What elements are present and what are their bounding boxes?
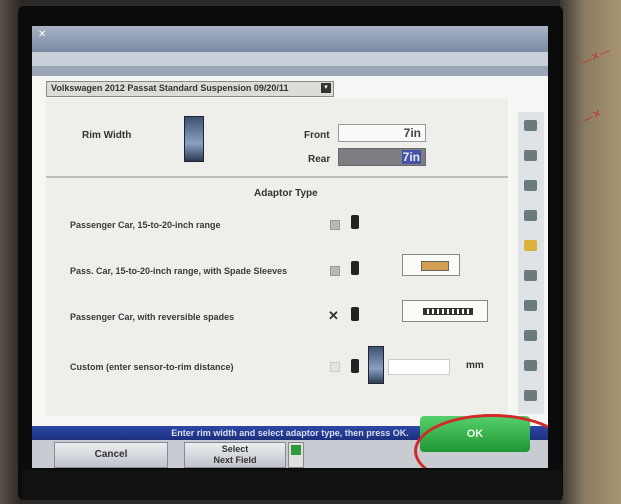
adaptor-option-selected-mark[interactable]: ✕ xyxy=(328,308,339,324)
sidebar-tool-icon[interactable] xyxy=(524,150,537,161)
front-label: Front xyxy=(304,130,330,141)
close-icon[interactable]: ✕ xyxy=(38,30,48,40)
sidebar-tool-icon[interactable] xyxy=(524,180,537,191)
custom-rim-icon xyxy=(368,346,384,384)
sidebar-tool-icon[interactable] xyxy=(524,120,537,131)
custom-distance-input[interactable] xyxy=(388,359,450,375)
adaptor-clamp-icon xyxy=(348,212,362,232)
adaptor-option-checkbox[interactable] xyxy=(330,362,340,372)
photo-background-right: —✕— —✕ xyxy=(560,0,621,504)
sidebar-tool-icon[interactable] xyxy=(524,300,537,311)
vehicle-selector[interactable]: Volkswagen 2012 Passat Standard Suspensi… xyxy=(46,81,334,97)
reversible-spade-bar xyxy=(423,308,473,315)
adaptor-option-checkbox[interactable] xyxy=(330,220,340,230)
rear-value: 7in xyxy=(401,150,421,164)
front-value: 7in xyxy=(403,126,421,140)
custom-unit-label: mm xyxy=(466,360,484,371)
adaptor-option-label: Passenger Car, with reversible spades xyxy=(70,312,235,322)
adaptor-option-label: Passenger Car, 15-to-20-inch range xyxy=(70,220,221,230)
adaptor-option-checkbox[interactable] xyxy=(330,266,340,276)
sidebar-tool-icon[interactable] xyxy=(524,360,537,371)
tool-sidebar xyxy=(518,112,544,414)
sidebar-tool-icon[interactable] xyxy=(524,210,537,221)
sub-title-bar xyxy=(32,66,548,76)
background-marking: —✕— xyxy=(578,44,613,69)
adaptor-option-label: Pass. Car, 15-to-20-inch range, with Spa… xyxy=(70,266,288,276)
monitor-screen: ✕ Volkswagen 2012 Passat Standard Suspen… xyxy=(32,26,548,468)
window-titlebar: ✕ xyxy=(32,26,548,52)
select-next-field-line2: Next Field xyxy=(213,455,257,465)
reversible-spade-icon xyxy=(402,300,488,322)
rear-rim-width-input[interactable]: 7in xyxy=(338,148,426,166)
sidebar-tool-icon[interactable] xyxy=(524,390,537,401)
adaptor-clamp-icon xyxy=(348,258,362,278)
rim-icon xyxy=(184,116,204,162)
adaptor-clamp-icon xyxy=(348,356,362,376)
rim-width-label: Rim Width xyxy=(82,130,132,141)
front-rim-width-input[interactable]: 7in xyxy=(338,124,426,142)
menu-bar xyxy=(32,52,548,66)
adaptor-type-title: Adaptor Type xyxy=(254,188,318,199)
cancel-button[interactable]: Cancel xyxy=(54,442,168,468)
adaptor-clamp-icon xyxy=(348,304,362,324)
adaptor-option-label: Custom (enter sensor-to-rim distance) xyxy=(70,362,234,372)
select-next-field-button[interactable]: Select Next Field xyxy=(184,442,286,468)
rear-label: Rear xyxy=(308,154,331,165)
field-toggle-indicator[interactable] xyxy=(288,442,304,468)
section-divider xyxy=(46,176,508,178)
sidebar-tool-icon[interactable] xyxy=(524,330,537,341)
vehicle-label: Volkswagen 2012 Passat Standard Suspensi… xyxy=(51,83,289,93)
background-marking: —✕ xyxy=(580,106,605,127)
spade-sleeve-tag xyxy=(421,261,449,271)
sidebar-tool-icon[interactable] xyxy=(524,240,537,251)
monitor-bezel-bottom xyxy=(22,470,562,500)
spade-sleeve-icon xyxy=(402,254,460,276)
sidebar-tool-icon[interactable] xyxy=(524,270,537,281)
vehicle-dropdown-icon[interactable]: ▾ xyxy=(321,83,331,93)
select-next-field-line1: Select xyxy=(221,444,249,454)
